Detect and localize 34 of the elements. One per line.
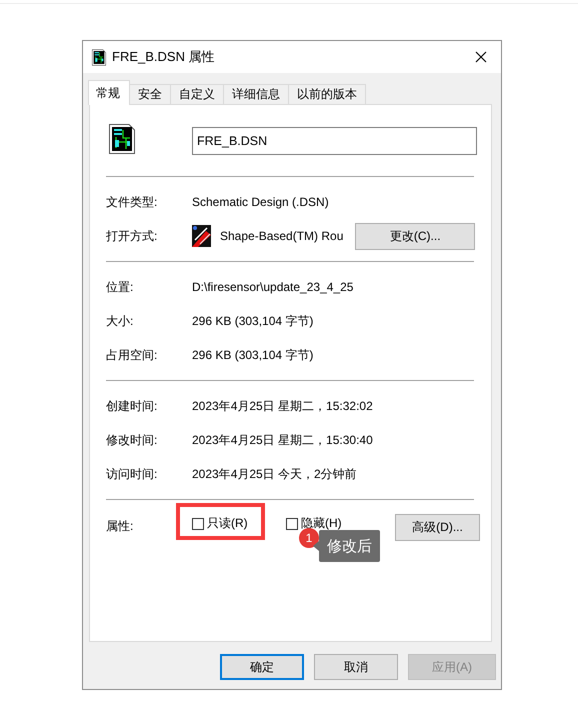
dialog-button[interactable]: 取消 — [314, 654, 398, 680]
field-value: 2023年4月25日 星期二，15:32:02 — [192, 398, 373, 414]
tooltip-pointer-icon — [313, 541, 319, 551]
field-value: 296 KB (303,104 字节) — [192, 312, 314, 330]
advanced-button[interactable]: 高级(D)... — [395, 514, 480, 541]
field-label: 大小: — [106, 312, 134, 330]
dialog-button[interactable]: 确定 — [220, 654, 304, 680]
field-label: 占用空间: — [106, 346, 158, 364]
app-icon — [192, 225, 211, 247]
name-field[interactable]: FRE_B.DSN — [192, 126, 477, 154]
step-badge: 1 — [299, 528, 319, 548]
checkbox-label[interactable]: 只读(R) — [207, 515, 248, 532]
field-value: 2023年4月25日 星期二，15:30:40 — [192, 432, 373, 448]
field-label: 位置: — [106, 278, 134, 296]
field-value: D:\firesensor\update_23_4_25 — [192, 280, 354, 294]
change-button[interactable]: 更改(C)... — [355, 222, 475, 250]
checkbox[interactable] — [286, 518, 298, 530]
file-icon — [109, 124, 135, 154]
field-value: Shape-Based(TM) Rou — [220, 229, 344, 243]
field-label: 打开方式: — [106, 228, 158, 244]
field-label: 修改时间: — [106, 432, 158, 448]
field-value: 2023年4月25日 今天，2分钟前 — [192, 466, 357, 482]
tab[interactable]: 常规 — [88, 80, 130, 105]
field-value: 296 KB (303,104 字节) — [192, 346, 314, 364]
field-label: 创建时间: — [106, 398, 158, 414]
field-label: 属性: — [106, 518, 134, 535]
tab[interactable]: 以前的版本 — [288, 84, 366, 104]
file-icon — [92, 48, 106, 66]
window-title: FRE_B.DSN 属性 — [112, 48, 216, 66]
checkbox[interactable] — [192, 518, 204, 530]
field-value: Schematic Design (.DSN) — [192, 195, 329, 209]
field-label: 访问时间: — [106, 466, 158, 482]
tooltip: 修改后 — [319, 530, 380, 562]
field-label: 文件类型: — [106, 194, 158, 210]
